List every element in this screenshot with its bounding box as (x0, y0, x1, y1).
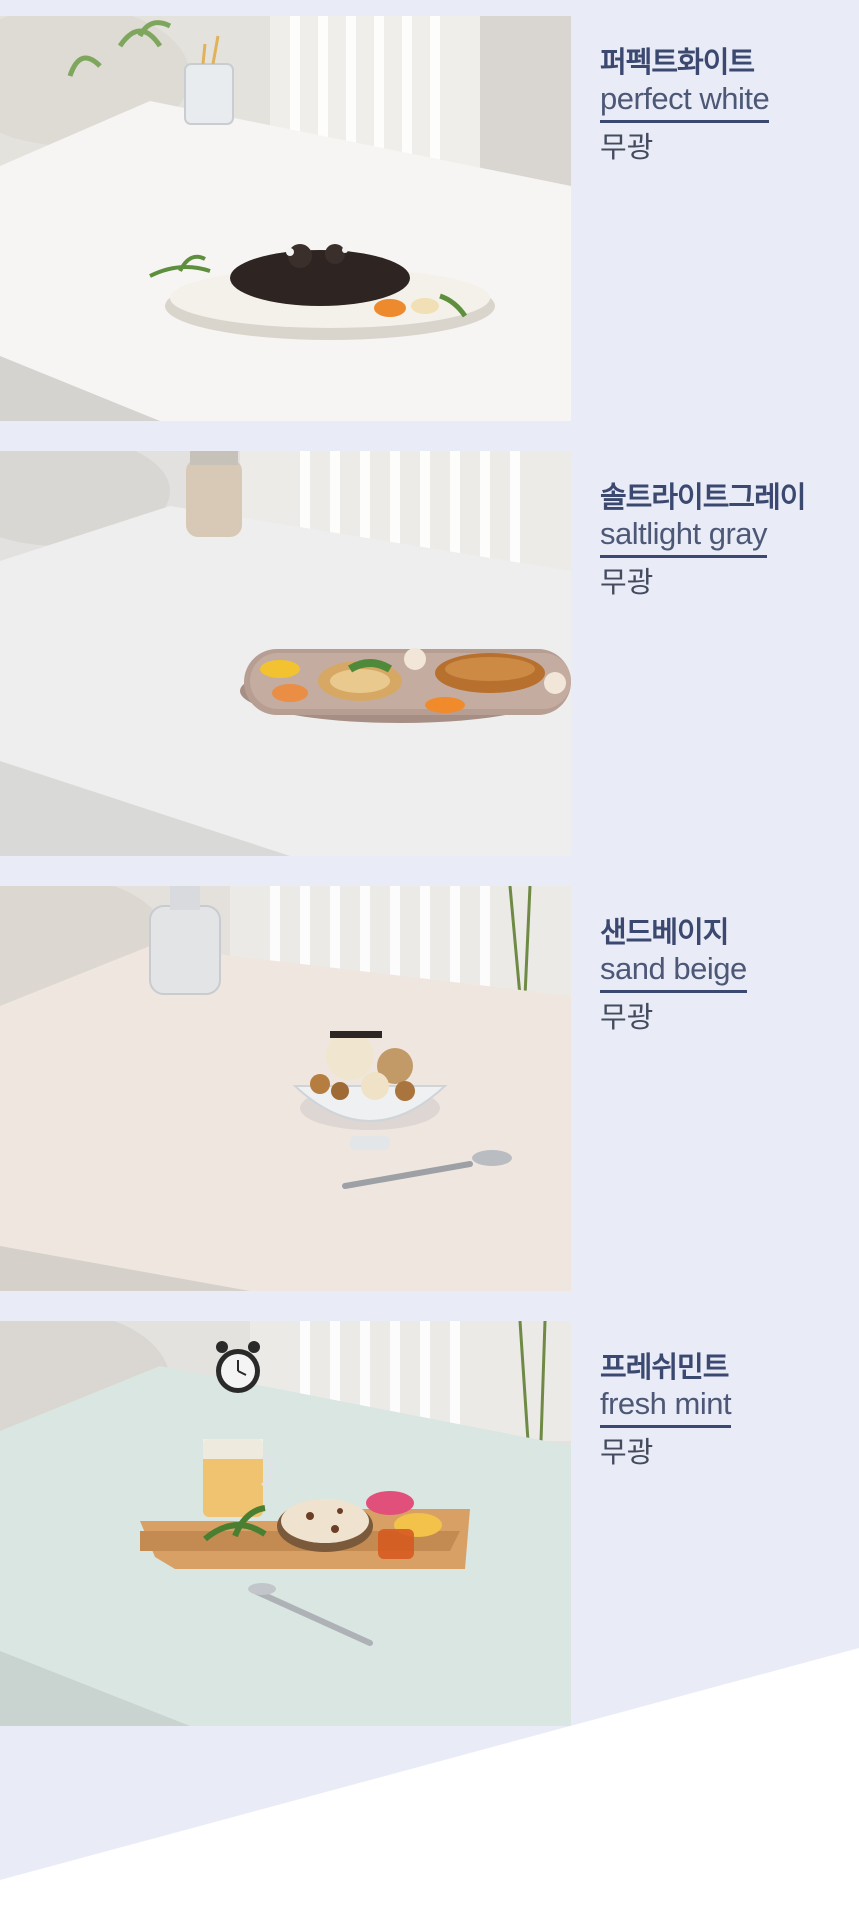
swatch-label: 퍼펙트화이트 perfect white 무광 (600, 44, 770, 167)
finish-type: 무광 (600, 130, 654, 164)
color-name-korean: 솔트라이트그레이 (600, 480, 806, 514)
color-name-korean: 퍼펙트화이트 (600, 45, 755, 79)
finish-type: 무광 (600, 1435, 654, 1469)
swatch-row-saltlight-gray: 솔트라이트그레이 saltlight gray 무광 (0, 451, 859, 856)
table-photo-saltlight-gray (0, 451, 571, 856)
color-name-korean: 샌드베이지 (600, 915, 729, 949)
color-name-english: sand beige (600, 950, 747, 993)
swatch-row-fresh-mint: 프레쉬민트 fresh mint 무광 (0, 1321, 859, 1726)
color-name-english: perfect white (600, 80, 770, 123)
table-photo-fresh-mint (0, 1321, 571, 1726)
table-photo-sand-beige (0, 886, 571, 1291)
swatch-label: 솔트라이트그레이 saltlight gray 무광 (600, 479, 806, 602)
color-name-korean: 프레쉬민트 (600, 1350, 729, 1384)
table-photo-perfect-white (0, 16, 571, 421)
product-color-showcase: 퍼펙트화이트 perfect white 무광 솔트라이트그레이 saltlig… (0, 0, 859, 1913)
color-name-english: fresh mint (600, 1385, 732, 1428)
swatch-label: 프레쉬민트 fresh mint 무광 (600, 1349, 732, 1472)
swatch-row-perfect-white: 퍼펙트화이트 perfect white 무광 (0, 16, 859, 421)
swatch-label: 샌드베이지 sand beige 무광 (600, 914, 747, 1037)
swatch-row-sand-beige: 샌드베이지 sand beige 무광 (0, 886, 859, 1291)
finish-type: 무광 (600, 565, 654, 599)
finish-type: 무광 (600, 1000, 654, 1034)
color-name-english: saltlight gray (600, 515, 768, 558)
